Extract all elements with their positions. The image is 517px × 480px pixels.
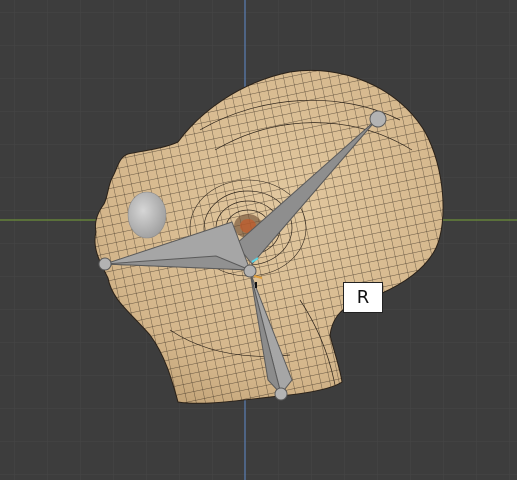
3d-viewport[interactable]: R [0, 0, 517, 480]
joint-jaw-tip[interactable] [98, 257, 112, 271]
eyeball-mesh[interactable] [127, 191, 167, 239]
viewport-canvas[interactable] [0, 0, 517, 480]
joint-head-tip[interactable] [369, 110, 387, 128]
joint-neck-tip[interactable] [274, 387, 288, 401]
rotate-mode-indicator: R [343, 282, 383, 313]
